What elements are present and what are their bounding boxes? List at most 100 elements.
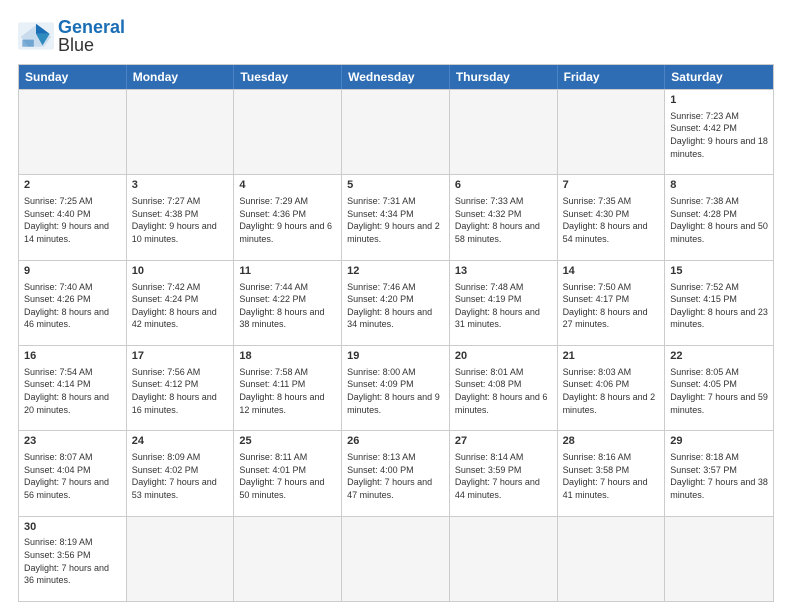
calendar-cell: 10 Sunrise: 7:42 AMSunset: 4:24 PMDayligh… (127, 261, 235, 345)
calendar-week-3: 9 Sunrise: 7:40 AMSunset: 4:26 PMDaylight… (19, 260, 773, 345)
day-number: 26 (347, 434, 444, 449)
calendar-week-6: 30Sunrise: 8:19 AMSunset: 3:56 PMDayligh… (19, 516, 773, 601)
calendar-cell: 8Sunrise: 7:38 AMSunset: 4:28 PMDaylight… (665, 175, 773, 259)
cell-info: Sunrise: 7:38 AMSunset: 4:28 PMDaylight:… (670, 195, 768, 245)
calendar-cell: 14Sunrise: 7:50 AMSunset: 4:17 PMDayligh… (558, 261, 666, 345)
day-number: 24 (132, 434, 229, 449)
day-number: 22 (670, 349, 768, 364)
cell-info: Sunrise: 7:27 AMSunset: 4:38 PMDaylight:… (132, 195, 229, 245)
logo-icon (18, 22, 54, 50)
calendar-cell: 11 Sunrise: 7:44 AMSunset: 4:22 PMDayligh… (234, 261, 342, 345)
day-number: 3 (132, 178, 229, 193)
day-number: 19 (347, 349, 444, 364)
day-number: 23 (24, 434, 121, 449)
cell-info: Sunrise: 8:00 AMSunset: 4:09 PMDaylight:… (347, 366, 444, 416)
day-number: 28 (563, 434, 660, 449)
calendar-cell: 19 Sunrise: 8:00 AMSunset: 4:09 PMDayligh… (342, 346, 450, 430)
calendar-cell: 29 Sunrise: 8:18 AMSunset: 3:57 PMDayligh… (665, 431, 773, 515)
cell-info: Sunrise: 8:16 AMSunset: 3:58 PMDaylight:… (563, 451, 660, 501)
logo-text: GeneralBlue (58, 18, 125, 54)
calendar-cell: 5Sunrise: 7:31 AMSunset: 4:34 PMDaylight… (342, 175, 450, 259)
cell-info: Sunrise: 7:40 AMSunset: 4:26 PMDaylight:… (24, 281, 121, 331)
day-number: 12 (347, 264, 444, 279)
calendar-cell: 9 Sunrise: 7:40 AMSunset: 4:26 PMDaylight… (19, 261, 127, 345)
day-number: 30 (24, 520, 121, 535)
day-number: 4 (239, 178, 336, 193)
cell-info: Sunrise: 7:54 AMSunset: 4:14 PMDaylight:… (24, 366, 121, 416)
cell-info: Sunrise: 7:46 AMSunset: 4:20 PMDaylight:… (347, 281, 444, 331)
cell-info: Sunrise: 7:58 AMSunset: 4:11 PMDaylight:… (239, 366, 336, 416)
calendar-cell (234, 90, 342, 174)
day-header-wednesday: Wednesday (342, 65, 450, 89)
calendar-cell: 21Sunrise: 8:03 AMSunset: 4:06 PMDayligh… (558, 346, 666, 430)
day-number: 2 (24, 178, 121, 193)
cell-info: Sunrise: 7:52 AMSunset: 4:15 PMDaylight:… (670, 281, 768, 331)
calendar-week-5: 23 Sunrise: 8:07 AMSunset: 4:04 PMDayligh… (19, 430, 773, 515)
day-header-saturday: Saturday (665, 65, 773, 89)
day-header-sunday: Sunday (19, 65, 127, 89)
cell-info: Sunrise: 7:56 AMSunset: 4:12 PMDaylight:… (132, 366, 229, 416)
day-number: 20 (455, 349, 552, 364)
cell-info: Sunrise: 8:05 AMSunset: 4:05 PMDaylight:… (670, 366, 768, 416)
calendar-cell: 27Sunrise: 8:14 AMSunset: 3:59 PMDayligh… (450, 431, 558, 515)
calendar-cell: 12 Sunrise: 7:46 AMSunset: 4:20 PMDayligh… (342, 261, 450, 345)
day-number: 9 (24, 264, 121, 279)
cell-info: Sunrise: 8:13 AMSunset: 4:00 PMDaylight:… (347, 451, 444, 501)
cell-info: Sunrise: 7:33 AMSunset: 4:32 PMDaylight:… (455, 195, 552, 245)
cell-info: Sunrise: 7:29 AMSunset: 4:36 PMDaylight:… (239, 195, 336, 245)
day-number: 7 (563, 178, 660, 193)
calendar-cell: 7Sunrise: 7:35 AMSunset: 4:30 PMDaylight… (558, 175, 666, 259)
day-number: 27 (455, 434, 552, 449)
day-number: 29 (670, 434, 768, 449)
cell-info: Sunrise: 7:31 AMSunset: 4:34 PMDaylight:… (347, 195, 444, 245)
calendar-header: SundayMondayTuesdayWednesdayThursdayFrid… (19, 65, 773, 89)
calendar-cell (127, 517, 235, 601)
day-number: 10 (132, 264, 229, 279)
calendar: SundayMondayTuesdayWednesdayThursdayFrid… (18, 64, 774, 602)
cell-info: Sunrise: 7:25 AMSunset: 4:40 PMDaylight:… (24, 195, 121, 245)
day-number: 13 (455, 264, 552, 279)
calendar-cell: 22 Sunrise: 8:05 AMSunset: 4:05 PMDayligh… (665, 346, 773, 430)
calendar-cell: 30Sunrise: 8:19 AMSunset: 3:56 PMDayligh… (19, 517, 127, 601)
calendar-cell: 13Sunrise: 7:48 AMSunset: 4:19 PMDayligh… (450, 261, 558, 345)
calendar-cell: 18 Sunrise: 7:58 AMSunset: 4:11 PMDayligh… (234, 346, 342, 430)
day-number: 6 (455, 178, 552, 193)
calendar-cell (342, 517, 450, 601)
cell-info: Sunrise: 8:18 AMSunset: 3:57 PMDaylight:… (670, 451, 768, 501)
calendar-cell (127, 90, 235, 174)
cell-info: Sunrise: 7:42 AMSunset: 4:24 PMDaylight:… (132, 281, 229, 331)
day-number: 16 (24, 349, 121, 364)
calendar-cell: 25 Sunrise: 8:11 AMSunset: 4:01 PMDayligh… (234, 431, 342, 515)
calendar-cell (342, 90, 450, 174)
page-header: GeneralBlue (18, 18, 774, 54)
day-number: 25 (239, 434, 336, 449)
day-number: 17 (132, 349, 229, 364)
day-header-friday: Friday (558, 65, 666, 89)
calendar-cell: 23 Sunrise: 8:07 AMSunset: 4:04 PMDayligh… (19, 431, 127, 515)
cell-info: Sunrise: 8:11 AMSunset: 4:01 PMDaylight:… (239, 451, 336, 501)
day-header-monday: Monday (127, 65, 235, 89)
calendar-cell (558, 517, 666, 601)
calendar-week-4: 16 Sunrise: 7:54 AMSunset: 4:14 PMDayligh… (19, 345, 773, 430)
calendar-week-2: 2 Sunrise: 7:25 AMSunset: 4:40 PMDaylight… (19, 174, 773, 259)
cell-info: Sunrise: 8:19 AMSunset: 3:56 PMDaylight:… (24, 536, 121, 586)
calendar-cell: 3 Sunrise: 7:27 AMSunset: 4:38 PMDaylight… (127, 175, 235, 259)
cell-info: Sunrise: 7:50 AMSunset: 4:17 PMDaylight:… (563, 281, 660, 331)
day-header-thursday: Thursday (450, 65, 558, 89)
cell-info: Sunrise: 8:07 AMSunset: 4:04 PMDaylight:… (24, 451, 121, 501)
day-number: 18 (239, 349, 336, 364)
calendar-cell (665, 517, 773, 601)
cell-info: Sunrise: 8:01 AMSunset: 4:08 PMDaylight:… (455, 366, 552, 416)
calendar-cell: 1Sunrise: 7:23 AMSunset: 4:42 PMDaylight… (665, 90, 773, 174)
logo: GeneralBlue (18, 18, 125, 54)
day-number: 11 (239, 264, 336, 279)
calendar-cell: 26 Sunrise: 8:13 AMSunset: 4:00 PMDayligh… (342, 431, 450, 515)
calendar-cell: 6 Sunrise: 7:33 AMSunset: 4:32 PMDaylight… (450, 175, 558, 259)
calendar-cell: 20 Sunrise: 8:01 AMSunset: 4:08 PMDayligh… (450, 346, 558, 430)
cell-info: Sunrise: 7:23 AMSunset: 4:42 PMDaylight:… (670, 110, 768, 160)
calendar-cell: 16 Sunrise: 7:54 AMSunset: 4:14 PMDayligh… (19, 346, 127, 430)
calendar-week-1: 1Sunrise: 7:23 AMSunset: 4:42 PMDaylight… (19, 89, 773, 174)
cell-info: Sunrise: 8:09 AMSunset: 4:02 PMDaylight:… (132, 451, 229, 501)
cell-info: Sunrise: 7:44 AMSunset: 4:22 PMDaylight:… (239, 281, 336, 331)
calendar-cell: 28 Sunrise: 8:16 AMSunset: 3:58 PMDayligh… (558, 431, 666, 515)
